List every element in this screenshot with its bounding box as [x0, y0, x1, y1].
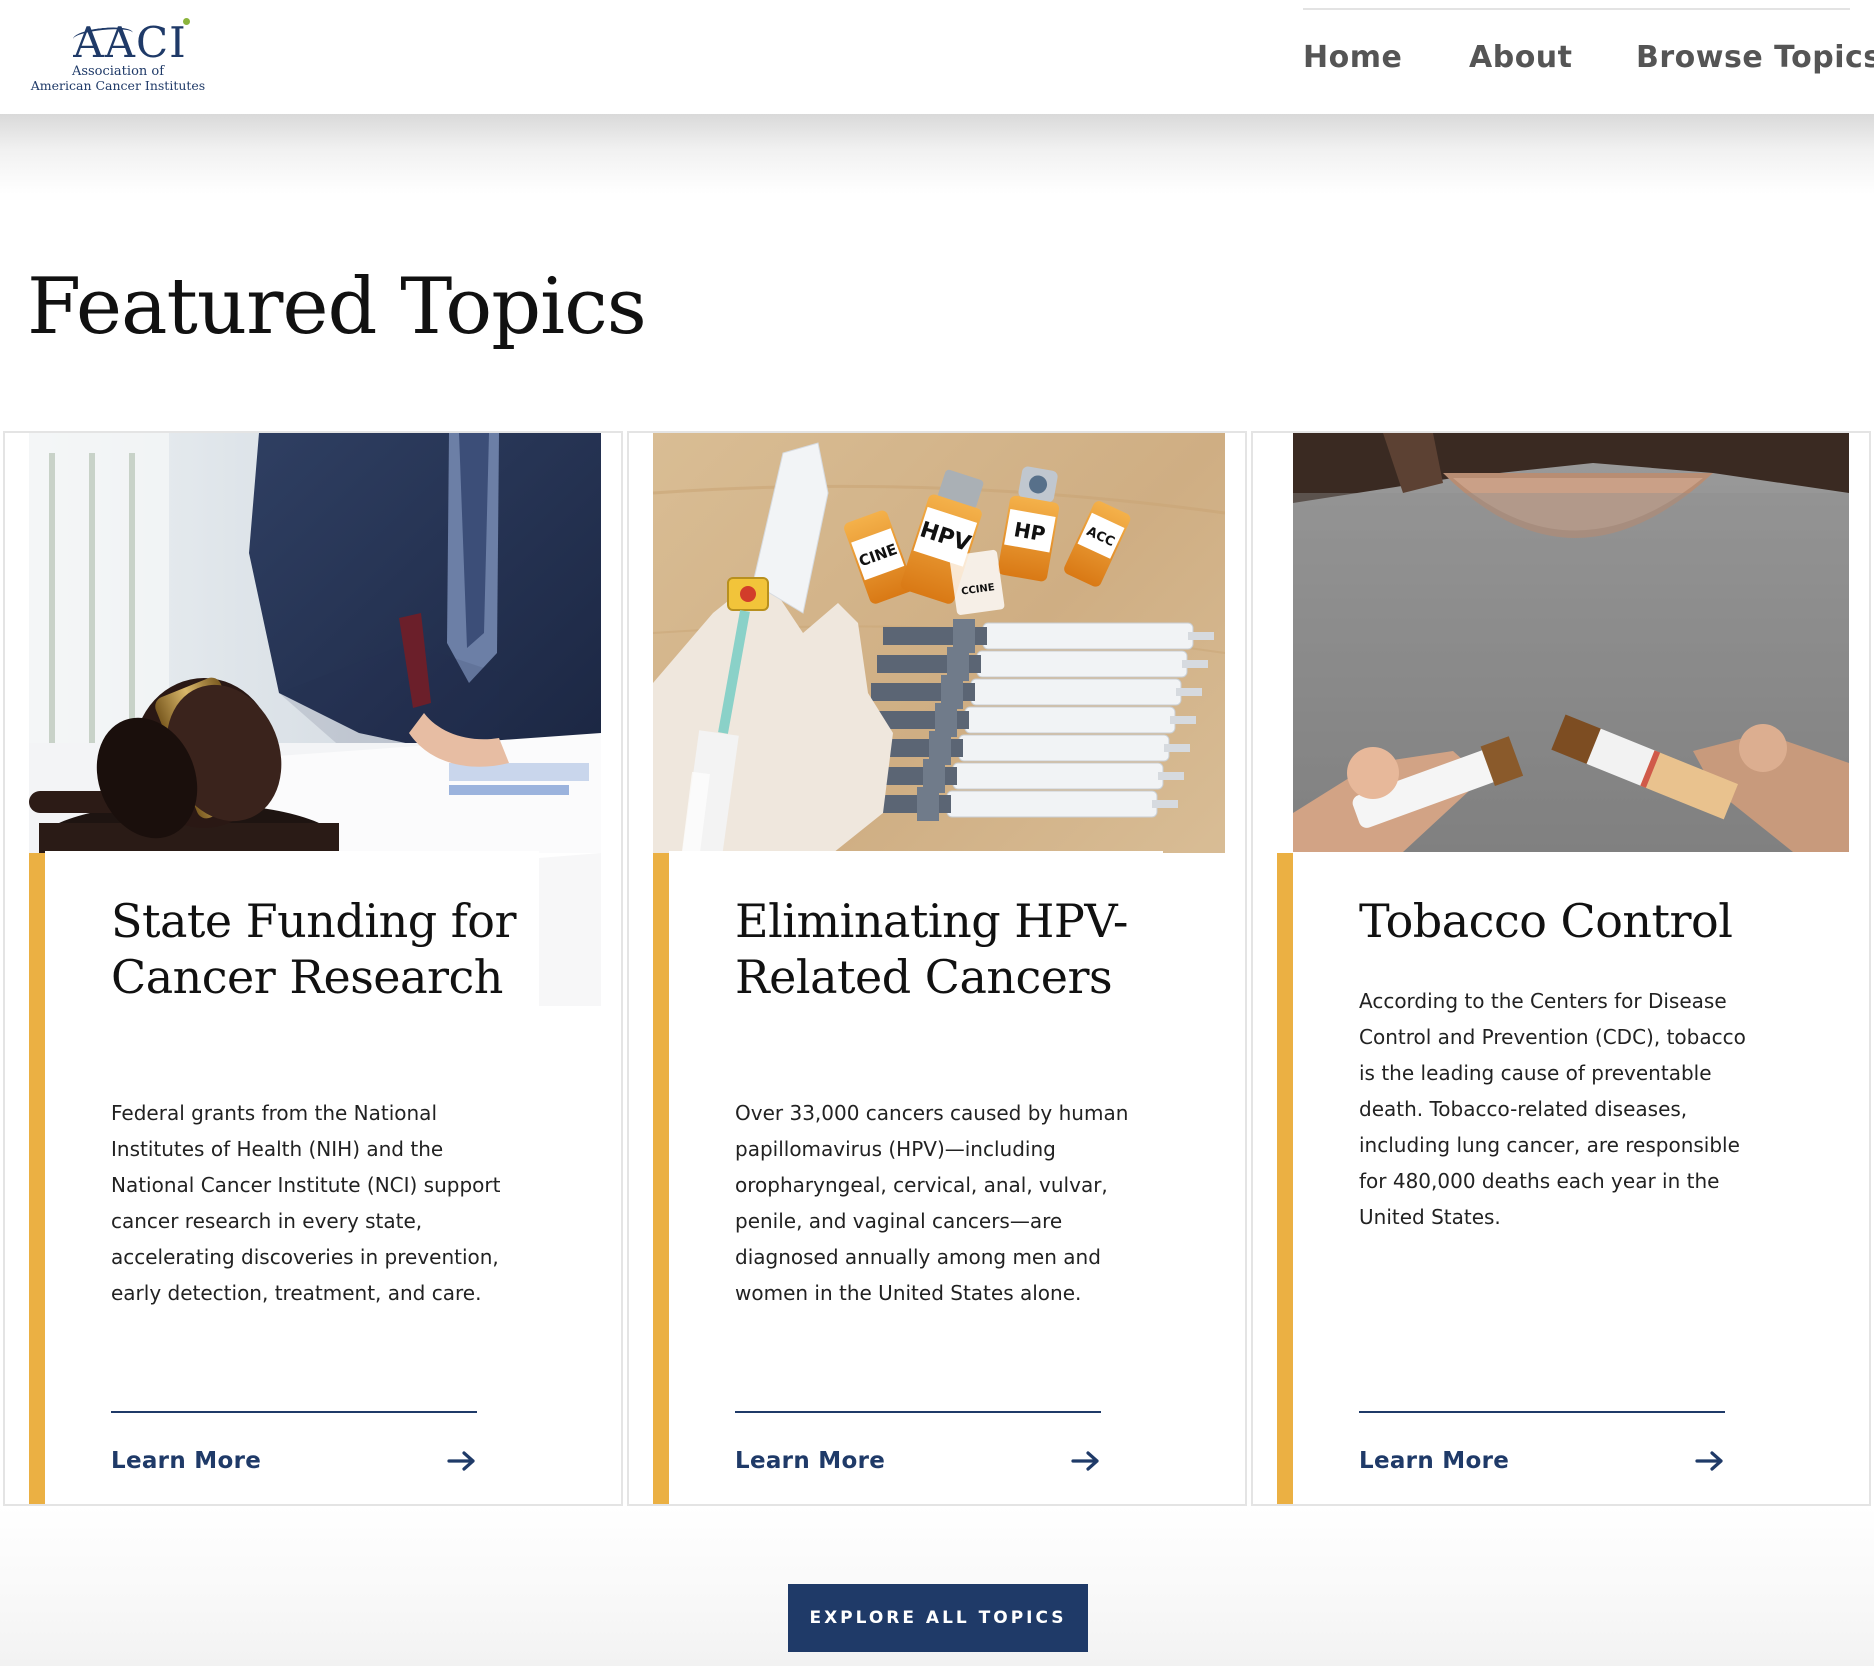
site-header: AACI Association of American Cancer Inst… [0, 0, 1874, 114]
nav-home[interactable]: Home [1303, 40, 1402, 75]
card-accent-bar [653, 853, 669, 1504]
learn-more-link[interactable]: Learn More [1359, 1443, 1725, 1479]
learn-more-label: Learn More [1359, 1448, 1510, 1474]
logo-mark: AACI [73, 18, 187, 67]
card-description: Over 33,000 cancers caused by human papi… [735, 1101, 1129, 1305]
arrow-right-icon [1071, 1451, 1099, 1471]
section-title: Featured Topics [27, 262, 647, 352]
aaci-logo[interactable]: AACI Association of American Cancer Inst… [28, 14, 208, 99]
nav-browse-topics[interactable]: Browse Topics [1636, 40, 1874, 75]
card-title: State Funding for Cancer Research [111, 894, 516, 1004]
learn-more-label: Learn More [111, 1448, 262, 1474]
topic-card-state-funding: State Funding for Cancer Research Federa… [3, 431, 623, 1506]
arrow-right-icon [447, 1451, 475, 1471]
card-link-rule [735, 1411, 1101, 1413]
logo-tagline-1: Association of [71, 64, 165, 79]
card-link-rule [111, 1411, 477, 1413]
topic-card-tobacco: Tobacco Control According to the Centers… [1251, 431, 1871, 1506]
nav-about[interactable]: About [1469, 40, 1573, 75]
header-shadow [0, 114, 1874, 194]
card-title: Eliminating HPV-Related Cancers [735, 894, 1128, 1004]
logo-tagline-2: American Cancer Institutes [30, 78, 206, 93]
nav-divider [1303, 8, 1850, 10]
learn-more-link[interactable]: Learn More [735, 1443, 1101, 1479]
card-description: Federal grants from the National Institu… [111, 1101, 501, 1305]
learn-more-label: Learn More [735, 1448, 886, 1474]
topic-card-hpv: CINE HPV HP ACC CCINE Eliminating HPV-Re… [627, 431, 1247, 1506]
card-accent-bar [1277, 853, 1293, 1504]
card-description: According to the Centers for Disease Con… [1359, 989, 1746, 1229]
arrow-right-icon [1695, 1451, 1723, 1471]
card-link-rule [1359, 1411, 1725, 1413]
learn-more-link[interactable]: Learn More [111, 1443, 477, 1479]
logo-dot-icon [183, 18, 190, 25]
card-image-broken-cigarette[interactable] [1293, 433, 1849, 852]
card-title: Tobacco Control [1359, 894, 1733, 948]
explore-all-topics-button[interactable]: EXPLORE ALL TOPICS [788, 1584, 1088, 1652]
card-accent-bar [29, 853, 45, 1504]
